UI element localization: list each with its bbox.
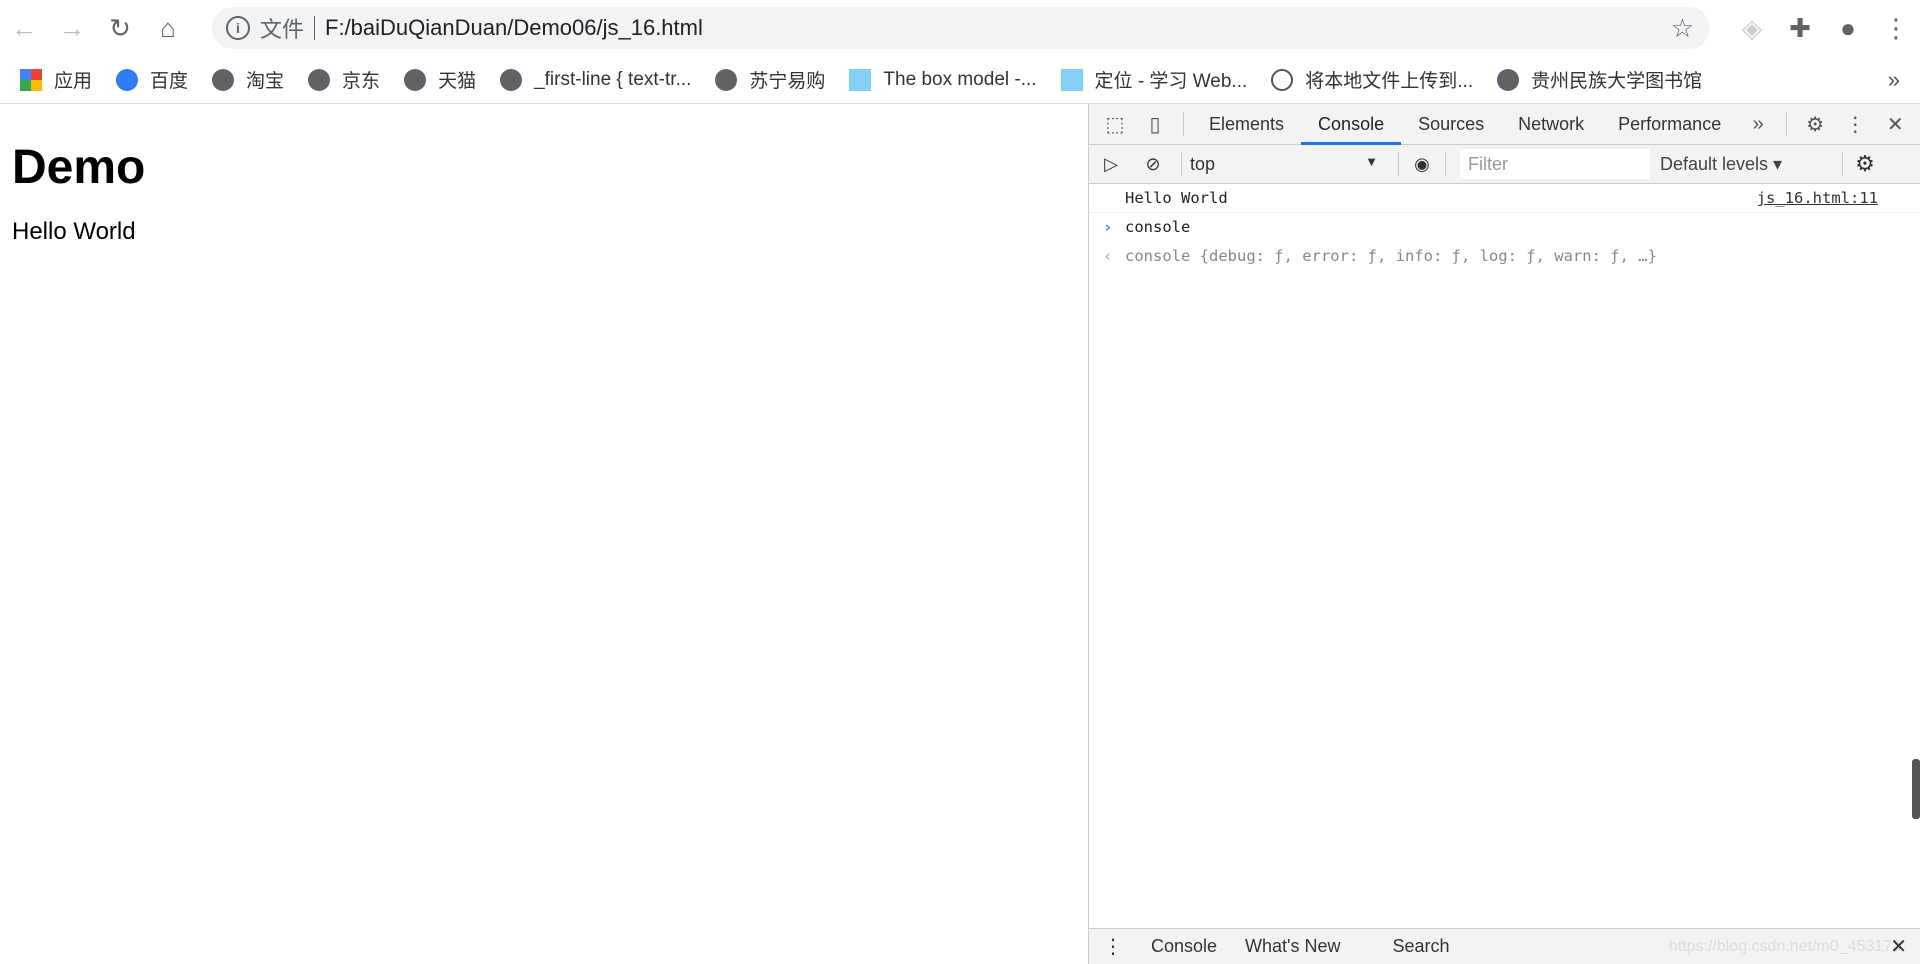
dropdown-arrow-icon: ▼ (1365, 153, 1378, 169)
drawer-tab-search[interactable]: Search (1379, 936, 1464, 957)
browser-toolbar: ← → ↻ ⌂ i 文件 F:/baiDuQianDuan/Demo06/js_… (0, 0, 1920, 56)
devtools-panel: ⬚ ▯ Elements Console Sources Network Per… (1088, 104, 1920, 964)
forward-button[interactable]: → (48, 13, 96, 44)
bookmark-label: 天猫 (438, 71, 477, 92)
extensions-icon[interactable]: ✚ (1776, 13, 1824, 44)
baidu-icon (116, 68, 139, 91)
clear-console-icon[interactable]: ⊘ (1133, 154, 1173, 175)
devtools-toolbar: ⬚ ▯ Elements Console Sources Network Per… (1089, 104, 1920, 145)
console-message: Hello World js_16.html:11 (1089, 184, 1920, 213)
message-text: console {debug: ƒ, error: ƒ, info: ƒ, lo… (1125, 247, 1657, 265)
bookmark-label: 定位 - 学习 Web... (1094, 71, 1248, 92)
globe-icon (404, 68, 427, 91)
tab-sources[interactable]: Sources (1401, 104, 1501, 145)
bookmark-tmall[interactable]: 天猫 (404, 66, 476, 93)
more-bookmarks-button[interactable]: » (1888, 67, 1900, 93)
close-icon[interactable]: ✕ (1875, 112, 1915, 137)
back-button[interactable]: ← (0, 13, 48, 44)
bookmark-upload[interactable]: 将本地文件上传到... (1271, 66, 1473, 93)
more-tabs-icon[interactable]: » (1738, 113, 1778, 136)
bookmark-positioning[interactable]: 定位 - 学习 Web... (1060, 66, 1248, 93)
inspect-icon[interactable]: ⬚ (1095, 112, 1135, 137)
divider (1181, 152, 1182, 176)
drawer-tab-console[interactable]: Console (1137, 936, 1231, 957)
scheme-label: 文件 (260, 17, 305, 42)
bookmark-label: 京东 (342, 71, 381, 92)
bookmark-label: 苏宁易购 (749, 71, 826, 92)
drawer-close-icon[interactable]: ✕ (1890, 934, 1907, 959)
bookmark-jd[interactable]: 京东 (308, 66, 380, 93)
upload-icon (1271, 68, 1294, 91)
address-bar[interactable]: i 文件 F:/baiDuQianDuan/Demo06/js_16.html … (212, 7, 1710, 49)
mdn-icon (1060, 68, 1083, 91)
console-result[interactable]: ‹ console {debug: ƒ, error: ƒ, info: ƒ, … (1089, 242, 1920, 271)
levels-dropdown[interactable]: Default levels ▾ (1660, 154, 1782, 175)
bookmarks-bar: 应用 百度 淘宝 京东 天猫 _first-line { text-tr... … (0, 56, 1920, 104)
page-content: Demo Hello World (0, 104, 1088, 964)
bookmark-label: 贵州民族大学图书馆 (1531, 71, 1703, 92)
bookmark-first-line[interactable]: _first-line { text-tr... (500, 68, 692, 91)
device-toggle-icon[interactable]: ▯ (1135, 112, 1175, 137)
divider (1398, 152, 1399, 176)
bookmark-box-model[interactable]: The box model -... (849, 68, 1037, 91)
globe-icon (212, 68, 235, 91)
more-options-icon[interactable]: ⋮ (1835, 112, 1875, 137)
console-input-echo: › console (1089, 213, 1920, 242)
divider (1786, 112, 1788, 136)
divider (314, 16, 316, 40)
bookmark-label: The box model -... (883, 68, 1037, 90)
tab-elements[interactable]: Elements (1192, 104, 1301, 145)
drawer-menu-icon[interactable]: ⋮ (1089, 934, 1137, 959)
page-heading: Demo (12, 141, 146, 194)
tag-extension-icon[interactable]: ◈ (1728, 13, 1776, 44)
bookmark-apps[interactable]: 应用 (20, 66, 92, 93)
globe-icon (500, 68, 523, 91)
drawer-tab-whats-new[interactable]: What's New (1231, 936, 1354, 957)
eye-icon[interactable]: ◉ (1407, 154, 1437, 175)
tab-network[interactable]: Network (1501, 104, 1601, 145)
star-icon[interactable]: ☆ (1671, 13, 1694, 44)
profile-icon[interactable]: ● (1824, 13, 1872, 44)
bookmark-label: 将本地文件上传到... (1305, 71, 1474, 92)
globe-icon (1497, 68, 1520, 91)
context-value: top (1190, 153, 1216, 174)
bookmark-label: 应用 (54, 71, 93, 92)
drawer-toolbar: ⋮ Console What's New Search https://blog… (1089, 928, 1920, 964)
watermark: https://blog.csdn.net/m0_453173 (1668, 937, 1901, 955)
page-text: Hello World (12, 218, 136, 245)
bookmark-baidu[interactable]: 百度 (116, 66, 188, 93)
info-icon[interactable]: i (226, 16, 250, 40)
filter-input[interactable]: Filter (1460, 149, 1650, 179)
mdn-icon (849, 68, 872, 91)
globe-icon (308, 68, 331, 91)
url-text[interactable]: F:/baiDuQianDuan/Demo06/js_16.html (325, 15, 703, 41)
console-settings-icon[interactable]: ⚙ (1855, 151, 1875, 177)
message-text: console (1125, 218, 1191, 236)
bookmark-taobao[interactable]: 淘宝 (212, 66, 284, 93)
bookmark-suning[interactable]: 苏宁易购 (715, 66, 825, 93)
source-link[interactable]: js_16.html:11 (1757, 184, 1878, 213)
tab-performance[interactable]: Performance (1601, 104, 1738, 145)
globe-icon (715, 68, 738, 91)
message-text: Hello World (1125, 189, 1228, 207)
home-button[interactable]: ⌂ (144, 13, 192, 44)
prompt-chevron-icon: › (1103, 218, 1113, 236)
settings-icon[interactable]: ⚙ (1795, 112, 1835, 137)
divider (1445, 152, 1446, 176)
menu-icon[interactable]: ⋮ (1872, 13, 1920, 44)
bookmark-label: _first-line { text-tr... (534, 68, 692, 90)
bookmark-label: 百度 (150, 71, 189, 92)
resize-handle[interactable] (1912, 759, 1920, 819)
result-arrow-icon: ‹ (1103, 247, 1113, 265)
apps-icon (20, 68, 42, 91)
console-toolbar: ▷ ⊘ top ▼ ◉ Filter Default levels ▾ ⚙ (1089, 145, 1920, 184)
reload-button[interactable]: ↻ (96, 13, 144, 44)
tab-console[interactable]: Console (1301, 104, 1402, 145)
divider (1842, 152, 1844, 176)
context-select[interactable]: top ▼ (1190, 154, 1390, 175)
bookmark-library[interactable]: 贵州民族大学图书馆 (1497, 66, 1702, 93)
divider (1183, 112, 1184, 136)
bookmark-label: 淘宝 (246, 71, 285, 92)
sidebar-toggle-icon[interactable]: ▷ (1089, 154, 1133, 175)
